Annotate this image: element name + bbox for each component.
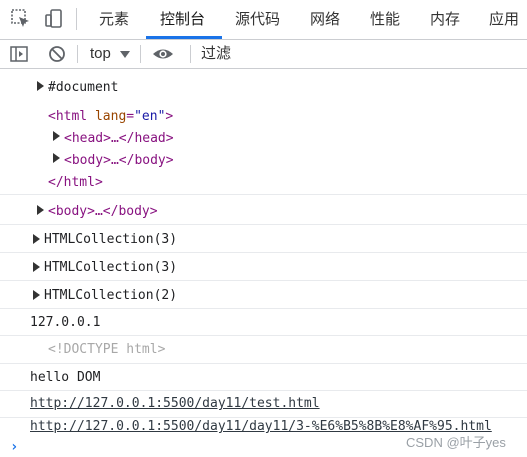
tab-sources[interactable]: 源代码 xyxy=(235,0,280,39)
tab-application[interactable]: 应用 xyxy=(489,0,519,39)
eye-icon[interactable] xyxy=(152,44,174,64)
sidebar-toggle-icon[interactable] xyxy=(9,44,29,64)
doctype-node[interactable]: <!DOCTYPE html> xyxy=(48,342,165,357)
url-link[interactable]: http://127.0.0.1:5500/day11/test.html xyxy=(30,396,320,411)
console-output: #document <html lang="en"> <head>…</head… xyxy=(0,69,527,457)
expand-arrow-icon[interactable] xyxy=(33,290,40,300)
tab-network[interactable]: 网络 xyxy=(310,0,340,39)
console-message-body: <body>…</body> xyxy=(0,195,527,225)
console-message-collection: HTMLCollection(2) xyxy=(0,281,527,309)
devtools-tabbar: 元素 控制台 源代码 网络 性能 内存 应用 xyxy=(0,0,527,40)
toolbar-divider xyxy=(77,45,78,63)
tab-elements[interactable]: 元素 xyxy=(99,0,129,39)
expand-arrow-icon[interactable] xyxy=(33,234,40,244)
expand-arrow-icon[interactable] xyxy=(37,81,44,91)
toolbar-divider xyxy=(76,8,77,30)
html-tag-close-bracket: > xyxy=(165,109,174,124)
chevron-down-icon[interactable] xyxy=(120,51,130,58)
collection-value[interactable]: HTMLCollection(2) xyxy=(44,288,177,303)
html-attr-value: "en" xyxy=(134,109,166,124)
console-message-doctype: <!DOCTYPE html> xyxy=(0,336,527,364)
html-attr-name: lang xyxy=(94,109,127,124)
active-tab-indicator xyxy=(146,36,222,39)
context-selector[interactable]: top xyxy=(90,40,111,68)
watermark: CSDN @叶子yes xyxy=(406,435,506,450)
expand-arrow-icon[interactable] xyxy=(37,205,44,215)
console-message-url: http://127.0.0.1:5500/day11/test.html xyxy=(0,391,527,418)
tab-console[interactable]: 控制台 xyxy=(160,0,205,39)
head-node[interactable]: <head>…</head> xyxy=(64,131,174,146)
console-message-document: #document <html lang="en"> <head>…</head… xyxy=(0,69,527,195)
tab-memory[interactable]: 内存 xyxy=(430,0,460,39)
host-value: 127.0.0.1 xyxy=(30,315,101,330)
document-node[interactable]: #document xyxy=(48,80,118,95)
console-message-collection: HTMLCollection(3) xyxy=(0,253,527,281)
console-prompt[interactable]: › xyxy=(10,439,18,455)
device-toolbar-icon[interactable] xyxy=(43,8,65,30)
console-message-host: 127.0.0.1 xyxy=(0,309,527,336)
filter-input[interactable]: 过滤 xyxy=(201,40,231,68)
toolbar-divider xyxy=(140,45,141,63)
tab-performance[interactable]: 性能 xyxy=(370,0,400,39)
collection-value[interactable]: HTMLCollection(3) xyxy=(44,260,177,275)
inspect-element-icon[interactable] xyxy=(10,8,32,30)
body-element[interactable]: <body>…</body> xyxy=(48,204,158,219)
html-open-tag[interactable]: <html lang="en"> xyxy=(48,109,173,124)
console-message-text: hello DOM xyxy=(0,364,527,391)
text-value: hello DOM xyxy=(30,370,101,385)
console-toolbar: top 过滤 xyxy=(0,40,527,69)
toolbar-divider xyxy=(190,45,191,63)
expand-arrow-icon[interactable] xyxy=(33,262,40,272)
html-close-tag: </html> xyxy=(48,175,103,190)
body-node[interactable]: <body>…</body> xyxy=(64,153,174,168)
clear-console-icon[interactable] xyxy=(47,44,67,64)
collection-value[interactable]: HTMLCollection(3) xyxy=(44,232,177,247)
expand-arrow-icon[interactable] xyxy=(53,131,60,141)
console-message-collection: HTMLCollection(3) xyxy=(0,225,527,253)
expand-arrow-icon[interactable] xyxy=(53,153,60,163)
html-tag-name: <html xyxy=(48,109,88,124)
